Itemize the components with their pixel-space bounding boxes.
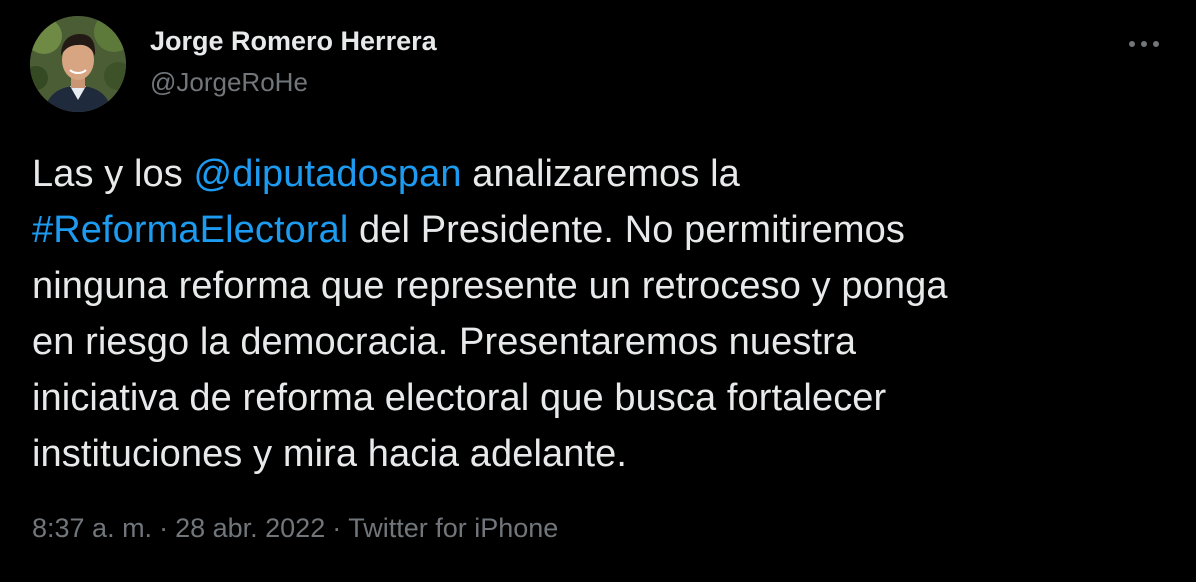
avatar-image (30, 16, 126, 112)
mention-link[interactable]: @diputadospan (194, 153, 462, 195)
tweet-text-segment: ninguna reforma que represente un retroc… (32, 265, 948, 307)
tweet-text-line: en riesgo la democracia. Presentaremos n… (32, 314, 1162, 370)
hashtag-link[interactable]: #ReformaElectoral (32, 209, 348, 251)
tweet-text-segment: instituciones y mira hacia adelante. (32, 433, 628, 475)
tweet-text-segment: del Presidente. No permitiremos (348, 209, 905, 251)
tweet-text-line: iniciativa de reforma electoral que busc… (32, 370, 1162, 426)
tweet-card: Jorge Romero Herrera @JorgeRoHe Las y lo… (0, 0, 1196, 582)
tweet-text: Las y los @diputadospan analizaremos la … (32, 146, 1162, 482)
meta-separator: · (332, 513, 342, 543)
meta-separator: · (159, 513, 169, 543)
author-handle[interactable]: @JorgeRoHe (150, 67, 308, 98)
tweet-text-line: ninguna reforma que represente un retroc… (32, 258, 1162, 314)
avatar[interactable] (30, 16, 126, 112)
tweet-text-segment: analizaremos la (461, 153, 740, 195)
tweet-time[interactable]: 8:37 a. m. (32, 513, 152, 543)
tweet-text-segment: en riesgo la democracia. Presentaremos n… (32, 321, 857, 363)
tweet-text-segment: iniciativa de reforma electoral que busc… (32, 377, 887, 419)
tweet-date[interactable]: 28 abr. 2022 (175, 513, 325, 543)
tweet-text-line: Las y los @diputadospan analizaremos la (32, 146, 1162, 202)
more-options-button[interactable] (1124, 30, 1164, 58)
tweet-source[interactable]: Twitter for iPhone (348, 513, 558, 543)
author-display-name[interactable]: Jorge Romero Herrera (150, 26, 437, 57)
tweet-text-line: #ReformaElectoral del Presidente. No per… (32, 202, 1162, 258)
tweet-text-line: instituciones y mira hacia adelante. (32, 426, 1162, 482)
tweet-text-segment: Las y los (32, 153, 194, 195)
more-horizontal-icon (1129, 41, 1159, 47)
tweet-meta: 8:37 a. m. · 28 abr. 2022 · Twitter for iPho… (32, 513, 558, 544)
